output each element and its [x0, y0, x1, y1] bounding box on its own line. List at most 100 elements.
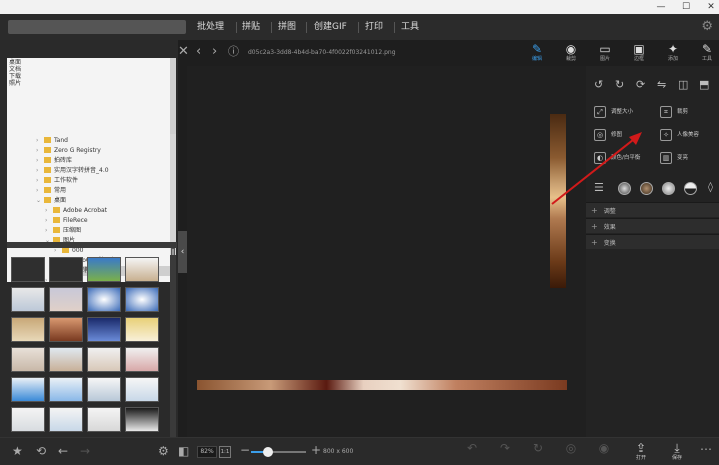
bottom-action-button[interactable]: ◉ [592, 441, 616, 455]
thumbnail[interactable] [125, 317, 159, 342]
layout-toggle-icon[interactable]: ◧ [178, 444, 189, 458]
bottom-action-button[interactable]: ⇪ 打开 [629, 441, 653, 462]
expand-arrow-icon[interactable]: › [36, 176, 44, 186]
tree-item[interactable]: › 工作软件 [36, 176, 170, 186]
thumbnail[interactable] [87, 377, 121, 402]
rotate-flip-icon[interactable]: ◫ [678, 78, 688, 91]
zoom-slider[interactable] [251, 447, 306, 457]
previous-image-icon[interactable]: ‹ [196, 45, 201, 59]
bottom-action-button[interactable]: ↶ [460, 441, 484, 455]
quick-item-photos[interactable]: 照片 [9, 80, 168, 87]
panel-tool-button[interactable]: ✧ 人像美容 [660, 127, 699, 143]
rotate-flip-icon[interactable]: ↻ [615, 78, 624, 91]
tree-item[interactable]: › 实用汉字转拼音_4.0 [36, 166, 170, 176]
menu-create-gif[interactable]: 创建GIF [314, 21, 347, 33]
maximize-button[interactable]: ☐ [672, 0, 700, 14]
thumbnail[interactable] [49, 347, 83, 372]
panel-splitter[interactable] [7, 242, 177, 248]
thumbnail[interactable] [125, 347, 159, 372]
thumbnail[interactable] [11, 407, 45, 432]
tree-item[interactable]: › Zero G Registry [36, 146, 170, 156]
thumbnail-scrollbar[interactable] [170, 255, 176, 437]
toolbar-tool[interactable]: ✦ 添加 [660, 43, 686, 65]
tree-item[interactable]: › Tand [36, 136, 170, 146]
thumbnail[interactable] [11, 347, 45, 372]
section-transform[interactable]: + 变换 [586, 234, 719, 249]
menu-stitch[interactable]: 拼图 [278, 21, 296, 33]
thumbnail[interactable] [125, 377, 159, 402]
toolbar-tool[interactable]: ✎ 编辑 [524, 43, 550, 65]
zoom-out-icon[interactable]: − [240, 443, 250, 457]
actual-size-button[interactable]: 1:1 [219, 446, 231, 458]
panel-tool-button[interactable]: ⌗ 裁剪 [660, 104, 688, 120]
quick-access-scrollbar[interactable] [170, 58, 176, 134]
expand-arrow-icon[interactable]: › [36, 146, 44, 156]
expand-arrow-icon[interactable]: › [45, 226, 53, 236]
panel-tool-button[interactable]: ▥ 变亮 [660, 150, 688, 166]
thumbnail[interactable] [49, 287, 83, 312]
tree-item[interactable]: › Adobe Acrobat [45, 206, 170, 216]
rotate-flip-icon[interactable]: ⇋ [657, 78, 666, 91]
quick-item-desktop[interactable]: 桌面 [9, 59, 168, 66]
settings-icon[interactable]: ⚙ [158, 444, 169, 458]
zoom-level[interactable]: 82% [197, 446, 217, 458]
tree-item[interactable]: ⌄ 桌面 [36, 196, 170, 206]
menu-collage[interactable]: 拼贴 [242, 21, 260, 33]
collapse-panel-button[interactable]: ‹ [178, 231, 187, 273]
menu-print[interactable]: 打印 [365, 21, 383, 33]
tree-item[interactable]: › FileRece [45, 216, 170, 226]
toolbar-tool[interactable]: ▣ 边框 [626, 43, 652, 65]
thumbnail[interactable] [125, 257, 159, 282]
expand-arrow-icon[interactable]: › [45, 206, 53, 216]
zoom-in-icon[interactable]: + [311, 443, 321, 457]
more-icon[interactable]: ⋯ [700, 442, 712, 456]
thumbnail[interactable] [11, 377, 45, 402]
thumbnail[interactable] [87, 287, 121, 312]
expand-arrow-icon[interactable]: › [45, 216, 53, 226]
expand-arrow-icon[interactable]: › [36, 136, 44, 146]
expand-arrow-icon[interactable]: › [36, 166, 44, 176]
thumbnail[interactable] [125, 287, 159, 312]
close-button[interactable]: ✕ [697, 0, 719, 14]
quick-item-downloads[interactable]: 下载 [9, 73, 168, 80]
thumbnail[interactable] [11, 317, 45, 342]
info-icon[interactable]: ⓘ [228, 45, 239, 59]
thumbnail[interactable] [87, 407, 121, 432]
search-input[interactable] [8, 20, 186, 34]
section-effects[interactable]: + 效果 [586, 218, 719, 233]
menu-batch[interactable]: 批处理 [197, 21, 224, 33]
thumbnail[interactable] [125, 407, 159, 432]
settings-gear-icon[interactable]: ⚙ [701, 19, 713, 34]
favorite-star-icon[interactable]: ★ [12, 444, 23, 458]
zoom-slider-knob[interactable] [262, 447, 273, 457]
thumbnail[interactable] [87, 257, 121, 282]
panel-tool-button[interactable]: ⤢ 调整大小 [594, 104, 633, 120]
next-image-icon[interactable]: › [212, 45, 217, 59]
close-image-icon[interactable]: ✕ [178, 45, 189, 59]
tree-item[interactable]: › 压缩图 [45, 226, 170, 236]
refresh-icon[interactable]: ⟲ [36, 444, 46, 458]
drop-icon[interactable]: ◊ [708, 182, 713, 193]
menu-tools[interactable]: 工具 [401, 21, 419, 33]
thumbnail[interactable] [49, 317, 83, 342]
forward-arrow-icon[interactable]: → [80, 444, 90, 458]
bottom-action-button[interactable]: ⤓ 保存 [665, 441, 689, 462]
filter-preset-4[interactable] [684, 182, 697, 195]
expand-arrow-icon[interactable]: › [36, 186, 44, 196]
bottom-action-button[interactable]: ↷ [493, 441, 517, 455]
thumbnail[interactable] [49, 407, 83, 432]
thumbnail[interactable] [87, 317, 121, 342]
back-arrow-icon[interactable]: ← [58, 444, 68, 458]
thumbnail[interactable] [49, 257, 83, 282]
rotate-flip-icon[interactable]: ⬒ [699, 78, 709, 91]
rotate-flip-icon[interactable]: ↺ [594, 78, 603, 91]
rotate-flip-icon[interactable]: ⟳ [636, 78, 645, 91]
quick-item-documents[interactable]: 文档 [9, 66, 168, 73]
expand-arrow-icon[interactable]: › [36, 156, 44, 166]
thumbnail[interactable] [87, 347, 121, 372]
toolbar-tool[interactable]: ◉ 裁剪 [558, 43, 584, 65]
filter-preset-3[interactable] [662, 182, 675, 195]
tree-item[interactable]: › 常用 [36, 186, 170, 196]
minimize-button[interactable]: — [647, 0, 675, 14]
bottom-action-button[interactable]: ◎ [559, 441, 583, 455]
